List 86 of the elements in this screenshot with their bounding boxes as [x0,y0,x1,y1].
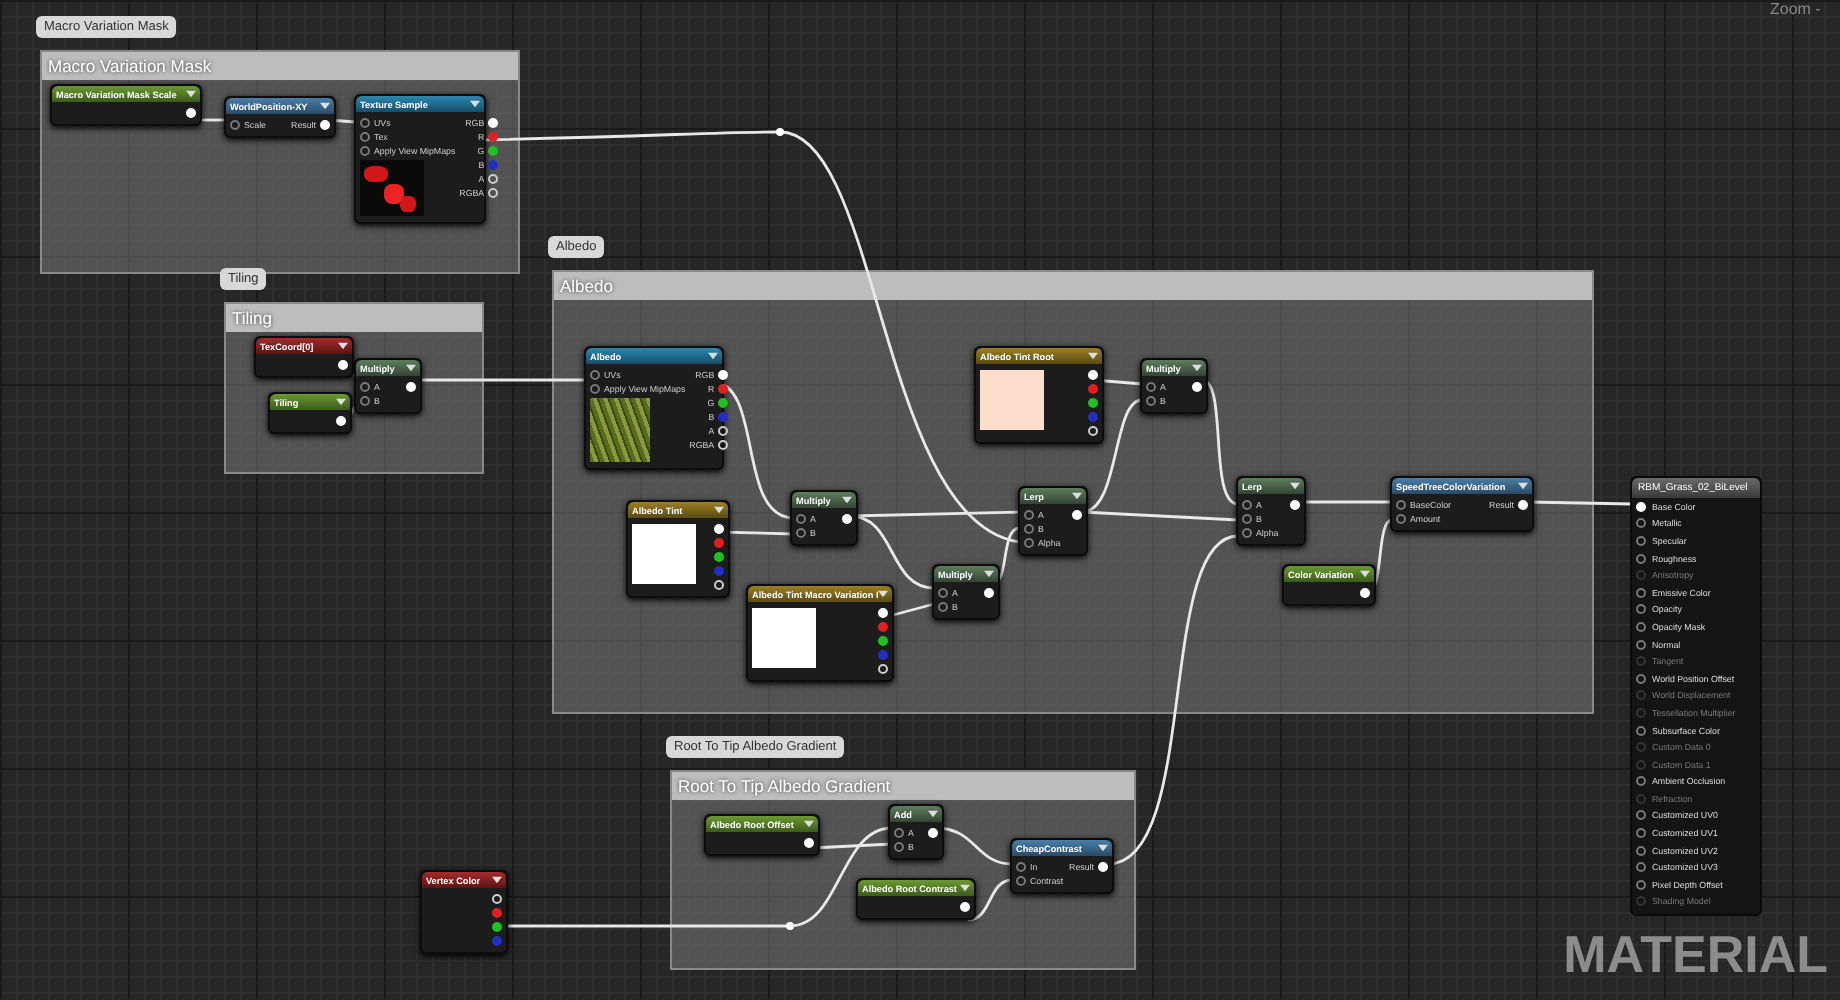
input-pin-icon[interactable] [1636,862,1646,873]
input-pin-icon[interactable] [1016,861,1026,871]
reroute-icon[interactable] [776,128,784,136]
input-pin-icon[interactable] [1146,381,1156,391]
color-swatch [980,370,1044,430]
input-pin-icon[interactable] [1636,725,1646,736]
comment-title: Root To Tip Albedo Gradient [672,772,1134,800]
output-pin-icon[interactable] [488,131,499,141]
collapse-arrow-icon[interactable] [1360,570,1370,578]
color-swatch [632,524,696,584]
wire [1302,500,1392,504]
input-pin-icon[interactable] [1636,621,1646,632]
input-pin-icon[interactable] [1636,553,1646,564]
texture-preview [360,160,424,216]
input-pin-icon[interactable] [1242,527,1252,537]
input-pin-icon[interactable] [1636,587,1646,598]
input-pin-icon[interactable] [796,527,806,537]
input-pin-icon[interactable] [1396,513,1406,523]
collapse-arrow-icon[interactable] [338,342,348,350]
output-pin-icon[interactable] [1088,397,1098,407]
collapse-arrow-icon[interactable] [708,352,718,360]
output-pin-icon[interactable] [878,635,888,645]
input-pin-icon[interactable] [796,513,806,523]
input-pin-icon[interactable] [360,131,370,141]
input-pin-icon[interactable] [1396,499,1406,509]
collapse-arrow-icon[interactable] [320,102,330,110]
input-pin-icon[interactable] [894,827,904,837]
graph-type-label: MATERIAL [1563,924,1828,986]
input-pin-icon[interactable] [1636,535,1646,546]
texture-preview [590,398,650,462]
input-pin-icon[interactable] [894,841,904,851]
input-pin-icon[interactable] [360,381,370,391]
comment-title: Macro Variation Mask [42,52,518,80]
collapse-arrow-icon[interactable] [714,506,724,514]
collapse-arrow-icon[interactable] [186,90,196,98]
input-pin-icon[interactable] [1146,395,1156,405]
input-pin-icon[interactable] [590,369,600,379]
collapse-arrow-icon[interactable] [1098,844,1108,852]
output-pin-icon[interactable] [714,551,724,561]
input-pin-icon[interactable] [1242,513,1252,523]
input-pin-icon[interactable] [360,145,370,155]
collapse-arrow-icon[interactable] [1192,364,1202,372]
collapse-arrow-icon[interactable] [1518,482,1528,490]
input-pin-icon[interactable] [1636,776,1646,787]
output-pin-icon[interactable] [492,921,502,931]
input-pin-icon[interactable] [1024,509,1034,519]
input-pin-icon[interactable] [1636,845,1646,856]
collapse-arrow-icon[interactable] [406,364,416,372]
input-pin-icon[interactable] [1636,673,1646,684]
collapse-arrow-icon[interactable] [1072,492,1082,500]
input-pin-icon[interactable] [1636,639,1646,650]
zoom-label: Zoom - [1770,0,1821,18]
collapse-arrow-icon[interactable] [492,876,502,884]
collapse-arrow-icon[interactable] [804,820,814,828]
input-pin-icon[interactable] [1636,604,1646,615]
input-pin-icon[interactable] [230,119,240,129]
collapse-arrow-icon[interactable] [928,810,938,818]
output-pin-icon[interactable] [718,383,729,393]
reroute-icon[interactable] [786,922,794,930]
input-pin-icon[interactable] [1016,875,1026,885]
collapse-arrow-icon[interactable] [1290,482,1300,490]
material-output-node[interactable] [1630,476,1762,917]
collapse-arrow-icon[interactable] [984,570,994,578]
input-pin-icon[interactable] [1242,499,1252,509]
comment-title: Albedo [554,272,1592,300]
collapse-arrow-icon[interactable] [470,100,480,108]
input-pin-icon[interactable] [1024,537,1034,547]
input-pin-icon[interactable] [1636,828,1646,839]
collapse-arrow-icon[interactable] [960,884,970,892]
collapse-arrow-icon[interactable] [842,496,852,504]
color-swatch [752,608,816,668]
collapse-arrow-icon[interactable] [878,590,889,598]
input-pin-icon[interactable] [1636,879,1646,890]
comment-title: Tiling [226,304,482,332]
input-pin-icon[interactable] [938,601,948,611]
collapse-arrow-icon[interactable] [336,398,346,406]
input-pin-icon[interactable] [590,383,600,393]
input-pin-icon[interactable] [1636,810,1646,821]
input-pin-icon[interactable] [1636,518,1646,529]
input-pin-icon[interactable] [1024,523,1034,533]
input-pin-icon[interactable] [938,587,948,597]
output-pin-icon[interactable] [718,397,729,407]
collapse-arrow-icon[interactable] [1088,352,1098,360]
input-pin-icon[interactable] [360,117,370,127]
input-pin-icon[interactable] [360,395,370,405]
wire [967,878,1013,922]
